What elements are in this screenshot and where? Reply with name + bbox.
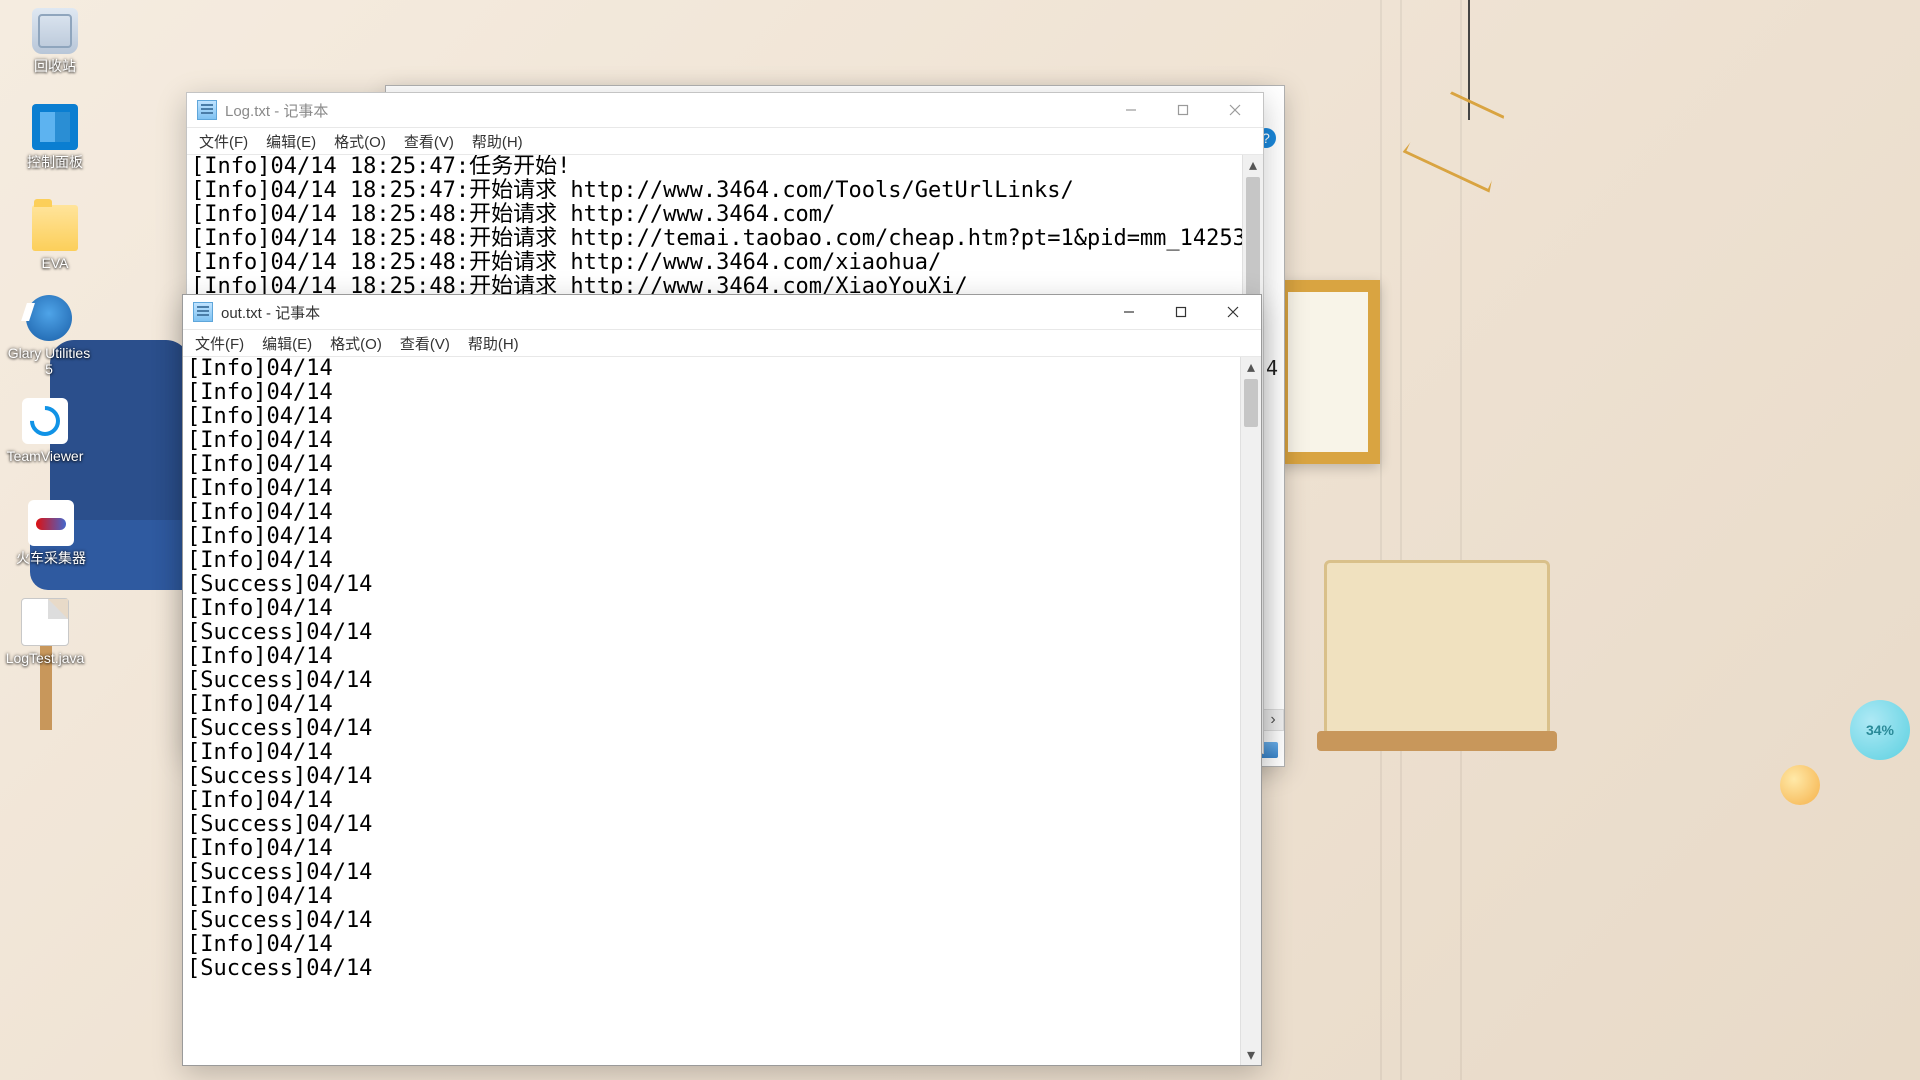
log-line: [Info]04/14 <box>187 525 1236 549</box>
eva-folder-icon <box>32 205 78 251</box>
notepad-icon <box>197 100 217 120</box>
menu-item[interactable]: 编辑(E) <box>258 129 324 154</box>
menu-item[interactable]: 查看(V) <box>392 331 458 356</box>
menu-item[interactable]: 帮助(H) <box>460 331 527 356</box>
minimize-button[interactable] <box>1103 296 1155 328</box>
log-line: [Info]04/14 <box>187 789 1236 813</box>
log-line: [Info]04/14 <box>187 501 1236 525</box>
logtest-icon <box>21 598 69 646</box>
log-line: [Info]04/14 <box>187 405 1236 429</box>
vertical-scrollbar[interactable]: ▴ ▾ <box>1240 357 1261 1065</box>
menu-item[interactable]: 帮助(H) <box>464 129 531 154</box>
wall-line <box>1400 0 1402 1080</box>
scroll-down-button[interactable]: ▾ <box>1241 1045 1261 1065</box>
wall-frame <box>1276 280 1380 464</box>
menu-item[interactable]: 格式(O) <box>326 129 394 154</box>
menu-bar: 文件(F)编辑(E)格式(O)查看(V)帮助(H) <box>187 128 1263 155</box>
close-button[interactable] <box>1209 94 1261 126</box>
desktop-icon-huoche[interactable]: 火车采集器 <box>6 500 96 566</box>
log-line: [Info]04/14 <box>187 933 1236 957</box>
glary-icon <box>26 295 72 341</box>
recycle-bin-icon <box>32 8 78 54</box>
desktop-icon-label: Glary Utilities 5 <box>4 345 94 377</box>
notepad-icon <box>193 302 213 322</box>
log-line: [Info]04/14 <box>187 597 1236 621</box>
log-line: [Success]04/14 <box>187 957 1236 981</box>
desktop-icon-label: TeamViewer <box>7 448 84 464</box>
log-line: [Info]04/14 18:25:48:开始请求 http://www.346… <box>191 203 1238 227</box>
huoche-icon <box>28 500 74 546</box>
log-line: [Info]04/14 <box>187 837 1236 861</box>
desktop-icon-label: LogTest.java <box>6 650 85 666</box>
log-line: [Info]04/14 <box>187 477 1236 501</box>
log-line: [Success]04/14 <box>187 861 1236 885</box>
text-area[interactable]: [Info]04/14[Info]04/14[Info]04/14[Info]0… <box>183 357 1240 1065</box>
log-line: [Info]04/14 <box>187 549 1236 573</box>
desktop-icon-control-panel[interactable]: 控制面板 <box>10 104 100 170</box>
log-line: [Success]04/14 <box>187 765 1236 789</box>
notepad-window-out[interactable]: out.txt - 记事本 文件(F)编辑(E)格式(O)查看(V)帮助(H) … <box>182 294 1262 1066</box>
log-line: [Info]04/14 <box>187 741 1236 765</box>
window-title: Log.txt - 记事本 <box>225 100 328 121</box>
log-line: [Success]04/14 <box>187 813 1236 837</box>
menu-item[interactable]: 文件(F) <box>191 129 256 154</box>
desktop-icon-logtest[interactable]: LogTest.java <box>0 598 90 666</box>
log-line: [Info]04/14 18:25:48:开始请求 http://temai.t… <box>191 227 1238 251</box>
close-button[interactable] <box>1207 296 1259 328</box>
desktop-icon-label: 回收站 <box>34 58 76 74</box>
lamp-shade <box>1402 83 1521 192</box>
log-line: [Info]04/14 <box>187 885 1236 909</box>
menu-item[interactable]: 文件(F) <box>187 331 252 356</box>
scrollbar-thumb[interactable] <box>1244 379 1258 427</box>
maximize-button[interactable] <box>1155 296 1207 328</box>
log-line: [Info]04/14 18:25:48:开始请求 http://www.346… <box>191 251 1238 275</box>
log-line: [Info]04/14 <box>187 357 1236 381</box>
desktop-icon-label: EVA <box>42 255 69 271</box>
menu-item[interactable]: 格式(O) <box>322 331 390 356</box>
title-bar[interactable]: out.txt - 记事本 <box>183 295 1261 330</box>
scrollbar-thumb[interactable] <box>1246 177 1260 297</box>
minimize-button[interactable] <box>1105 94 1157 126</box>
log-line: [Info]04/14 <box>187 693 1236 717</box>
log-line: [Info]04/14 <box>187 429 1236 453</box>
maximize-button[interactable] <box>1157 94 1209 126</box>
wall-line <box>1380 0 1382 1080</box>
assistant-percent: 34% <box>1866 722 1894 738</box>
log-line: [Info]04/14 <box>187 645 1236 669</box>
log-line: [Info]04/14 <box>187 453 1236 477</box>
side-table <box>1324 560 1550 736</box>
menu-item[interactable]: 编辑(E) <box>254 331 320 356</box>
log-line: [Success]04/14 <box>187 909 1236 933</box>
title-bar[interactable]: Log.txt - 记事本 <box>187 93 1263 128</box>
desktop-icon-teamviewer[interactable]: TeamViewer <box>0 398 90 464</box>
desktop-icon-eva-folder[interactable]: EVA <box>10 205 100 271</box>
menu-bar: 文件(F)编辑(E)格式(O)查看(V)帮助(H) <box>183 330 1261 357</box>
assistant-widget[interactable]: 34% <box>1850 700 1910 760</box>
desktop-icon-label: 火车采集器 <box>16 550 86 566</box>
menu-item[interactable]: 查看(V) <box>396 129 462 154</box>
log-line: [Info]04/14 18:25:47:开始请求 http://www.346… <box>191 179 1238 203</box>
log-line: [Success]04/14 <box>187 717 1236 741</box>
assistant-widget-secondary[interactable] <box>1780 765 1820 805</box>
log-line: [Info]04/14 <box>187 381 1236 405</box>
desktop-icon-recycle-bin[interactable]: 回收站 <box>10 8 100 74</box>
scroll-up-button[interactable]: ▴ <box>1243 155 1263 175</box>
window-title: out.txt - 记事本 <box>221 302 320 323</box>
desktop-icon-label: 控制面板 <box>27 154 83 170</box>
scroll-right-button[interactable]: › <box>1262 709 1284 731</box>
log-line: [Success]04/14 <box>187 573 1236 597</box>
log-line: [Success]04/14 <box>187 669 1236 693</box>
teamviewer-icon <box>22 398 68 444</box>
desktop-icon-glary[interactable]: Glary Utilities 5 <box>4 295 94 377</box>
scroll-up-button[interactable]: ▴ <box>1241 357 1261 377</box>
log-line: [Success]04/14 <box>187 621 1236 645</box>
log-line: [Info]04/14 18:25:47:任务开始! <box>191 155 1238 179</box>
control-panel-icon <box>32 104 78 150</box>
